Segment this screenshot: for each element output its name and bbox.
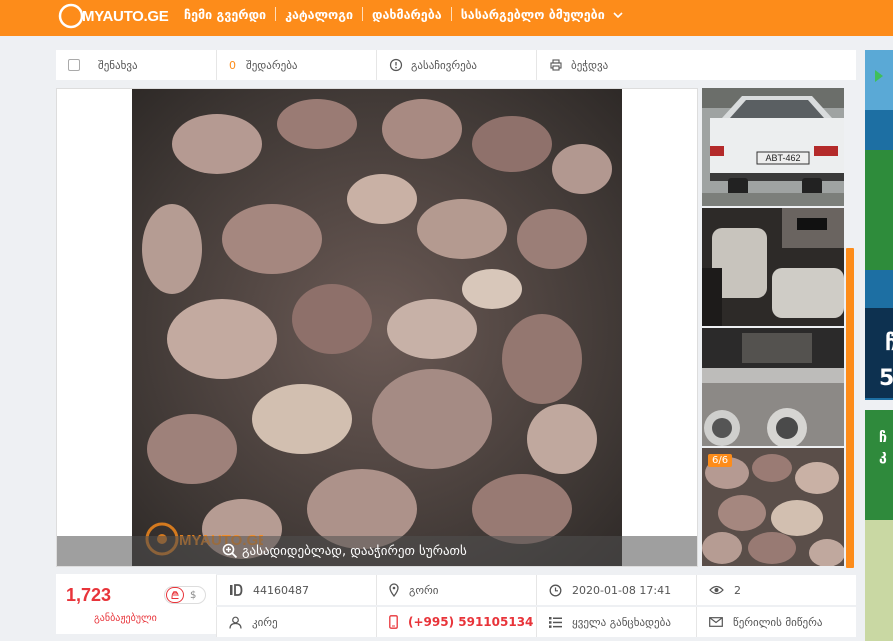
main-photo[interactable]: MYAUTO.GE გასადიდებლად, დააჭირეთ სურათს bbox=[56, 88, 698, 567]
thumbnail-3[interactable] bbox=[702, 328, 844, 446]
user-icon bbox=[229, 616, 242, 629]
post-date-value: 2020-01-08 17:41 bbox=[572, 583, 672, 597]
thumbnail-2[interactable] bbox=[702, 208, 844, 326]
price-value: 1,723 bbox=[66, 585, 112, 605]
logo-icon bbox=[58, 3, 84, 29]
svg-text:5: 5 bbox=[879, 366, 893, 391]
thumbnail-strip: ABT-462 6/6 bbox=[702, 88, 856, 568]
alert-circle-icon bbox=[389, 58, 403, 72]
zoom-in-icon bbox=[222, 543, 238, 559]
thumbnail-1[interactable]: ABT-462 bbox=[702, 88, 844, 206]
side-advertisement[interactable]: ჩ 5 ჩ კ bbox=[865, 50, 893, 641]
compare-count: 0 bbox=[229, 58, 236, 72]
print-button[interactable]: ბეჭდვა bbox=[536, 50, 856, 80]
post-date: 2020-01-08 17:41 bbox=[536, 575, 696, 605]
zoom-hint-label: გასადიდებლად, დააჭირეთ სურათს bbox=[242, 543, 467, 559]
all-listings-label: ყველა განცხადება bbox=[572, 615, 671, 629]
main-nav: ჩემი გვერდი კატალოგი დახმარება სასარგებლ… bbox=[175, 0, 632, 28]
site-logo[interactable]: MYAUTO.GE bbox=[57, 2, 169, 30]
thumbnail-scrollbar[interactable] bbox=[846, 248, 854, 568]
report-label: გასაჩივრება bbox=[411, 58, 478, 72]
listing-id: 44160487 bbox=[216, 575, 376, 605]
nav-help[interactable]: დახმარება bbox=[363, 7, 451, 22]
logo-text: MYAUTO.GE bbox=[82, 7, 169, 25]
save-button[interactable]: შენახვა bbox=[56, 50, 216, 80]
photo-counter: 6/6 bbox=[708, 454, 733, 467]
send-message-button[interactable]: წერილის მიწერა bbox=[696, 607, 856, 637]
all-listings-link[interactable]: ყველა განცხადება bbox=[536, 607, 696, 637]
license-plate: ABT-462 bbox=[765, 153, 800, 163]
car-rear-thumbnail: ABT-462 bbox=[702, 88, 844, 206]
print-label: ბეჭდვა bbox=[571, 58, 609, 72]
envelope-icon bbox=[709, 617, 723, 627]
svg-text:ჩ: ჩ bbox=[885, 331, 893, 356]
phone-number[interactable]: (+995) 591105134 bbox=[376, 607, 536, 637]
seller-name-value: კირე bbox=[252, 615, 278, 629]
car-speakers-thumbnail bbox=[702, 328, 844, 446]
printer-icon bbox=[550, 59, 562, 71]
price-box: 1,723 $ განბაჟებული bbox=[56, 574, 216, 634]
nav-useful-links[interactable]: სასარგებლო ბმულები bbox=[452, 7, 632, 22]
map-pin-icon bbox=[389, 583, 399, 597]
lari-icon[interactable] bbox=[166, 587, 184, 603]
phone-number-value[interactable]: (+995) 591105134 bbox=[408, 615, 533, 629]
id-icon bbox=[230, 584, 243, 596]
view-count: 2 bbox=[696, 575, 856, 605]
compare-label: შედარება bbox=[246, 58, 298, 72]
location: გორი bbox=[376, 575, 536, 605]
currency-toggle[interactable]: $ bbox=[164, 586, 206, 604]
thumbnail-4-active[interactable]: 6/6 bbox=[702, 448, 844, 566]
listing-id-value: 44160487 bbox=[253, 583, 309, 597]
eye-icon bbox=[709, 585, 724, 595]
listing-info: 1,723 $ განბაჟებული 44160487 გორი 2020-0… bbox=[56, 574, 856, 641]
car-interior-thumbnail bbox=[702, 208, 844, 326]
location-value: გორი bbox=[409, 583, 439, 597]
compare-button[interactable]: 0 შედარება bbox=[216, 50, 376, 80]
listing-photo-image[interactable] bbox=[132, 89, 622, 567]
nav-my-page[interactable]: ჩემი გვერდი bbox=[175, 7, 275, 22]
svg-text:კ: კ bbox=[879, 448, 887, 464]
svg-text:ჩ: ჩ bbox=[879, 430, 887, 446]
zoom-hint[interactable]: გასადიდებლად, დააჭირეთ სურათს bbox=[222, 543, 467, 559]
view-count-value: 2 bbox=[734, 583, 741, 597]
clock-icon bbox=[549, 584, 562, 596]
report-button[interactable]: გასაჩივრება bbox=[376, 50, 536, 80]
seller-name: კირე bbox=[216, 607, 376, 637]
save-label: შენახვა bbox=[98, 58, 138, 72]
list-icon bbox=[549, 616, 562, 628]
customs-cleared-label: განბაჟებული bbox=[94, 613, 157, 624]
send-message-label: წერილის მიწერა bbox=[733, 615, 823, 629]
phone-icon bbox=[389, 615, 398, 629]
save-checkbox[interactable] bbox=[68, 59, 80, 71]
chevron-down-icon bbox=[613, 11, 623, 18]
nav-catalog[interactable]: კატალოგი bbox=[276, 7, 362, 22]
listing-actions: შენახვა 0 შედარება გასაჩივრება ბეჭდვა bbox=[56, 50, 856, 80]
top-header: MYAUTO.GE ჩემი გვერდი კატალოგი დახმარება… bbox=[0, 0, 893, 36]
nav-useful-links-label: სასარგებლო ბმულები bbox=[460, 6, 605, 22]
usd-option[interactable]: $ bbox=[190, 590, 196, 601]
